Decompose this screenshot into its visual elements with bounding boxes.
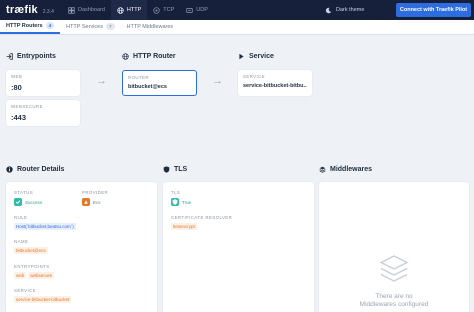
service-label: SERVICE: [243, 74, 265, 79]
check-icon: [14, 198, 22, 206]
entrypoint-websecure-label: WEBSECURE: [11, 104, 43, 109]
arrow-right-icon: →: [212, 75, 223, 87]
middlewares-empty-line1: There are no: [375, 293, 413, 300]
nav-http[interactable]: HTTP: [110, 0, 148, 20]
provider-value: Ecs: [93, 199, 101, 205]
tab-http-services[interactable]: HTTP Services 7: [60, 19, 120, 34]
router-label: ROUTER: [128, 75, 149, 80]
name-value: bitbucket@ecs: [14, 247, 48, 254]
router-title-text: HTTP Router: [133, 53, 176, 60]
rule-field: RULE Host(`bitbucket.beatsu.com`): [14, 215, 76, 230]
name-label: NAME: [14, 239, 29, 244]
nav-dashboard[interactable]: Dashboard: [62, 0, 111, 20]
tab-http-middlewares[interactable]: HTTP Middlewares: [121, 19, 180, 34]
resolver-value: letsencrypt: [171, 223, 197, 230]
status-value: Success: [25, 199, 43, 205]
router-details-card: STATUS Success PROVIDER Ecs RULE Host(`b…: [6, 182, 157, 312]
tls-row: True: [171, 198, 191, 206]
globe-icon: [117, 6, 124, 14]
tls-title-text: TLS: [174, 166, 188, 173]
entrypoints-section-title: Entrypoints: [6, 53, 56, 60]
status-row: Success: [14, 198, 42, 206]
ecs-provider-icon: [82, 198, 90, 206]
middlewares-card: There are no Middlewares configured: [319, 182, 469, 312]
sub-navbar: HTTP Routers 4 HTTP Services 7 HTTP Midd…: [0, 20, 474, 35]
service-icon: [239, 53, 244, 60]
resolver-label: CERTIFICATE RESOLVER: [171, 215, 233, 220]
tab-http-services-count: 7: [105, 23, 115, 30]
empty-layers-icon: [379, 255, 409, 282]
tab-http-middlewares-label: HTTP Middlewares: [126, 23, 174, 30]
tab-http-routers[interactable]: HTTP Routers 4: [0, 19, 61, 34]
resolver-field: CERTIFICATE RESOLVER letsencrypt: [171, 215, 232, 230]
connect-pilot-button[interactable]: Connect with Traefik Pilot: [396, 3, 471, 17]
entrypoint-web-label: WEB: [11, 74, 23, 79]
router-details-title-text: Router Details: [17, 166, 65, 173]
entrypoint-chip-web: web: [14, 272, 27, 279]
udp-icon: [186, 7, 193, 13]
tab-http-routers-count: 4: [45, 22, 55, 29]
entrypoint-card-web[interactable]: WEB :80: [6, 70, 80, 96]
router-value: bitbucket@ecs: [128, 84, 167, 90]
info-icon: [6, 166, 13, 173]
dashboard-icon: [68, 6, 75, 14]
tab-http-services-label: HTTP Services: [66, 23, 103, 30]
version-label: 2.3.4: [42, 9, 54, 15]
tcp-icon: [153, 6, 160, 14]
entrypoint-websecure-value: :443: [11, 113, 27, 122]
rule-label: RULE: [14, 215, 28, 220]
middlewares-title: Middlewares: [319, 166, 372, 173]
status-label: STATUS: [14, 190, 34, 195]
tls-value: True: [182, 199, 192, 205]
service-section-title: Service: [238, 53, 274, 60]
layers-icon: [319, 166, 326, 173]
router-section-title: HTTP Router: [122, 53, 176, 60]
entrypoints-title-text: Entrypoints: [17, 53, 56, 60]
globe-icon: [122, 53, 129, 60]
service-field: SERVICE service-bitbucket-bitbucket: [14, 288, 72, 303]
provider-label: PROVIDER: [82, 190, 109, 195]
moon-icon: [325, 7, 332, 13]
tls-title: TLS: [163, 166, 187, 173]
service-title-text: Service: [249, 53, 274, 60]
arrow-right-icon: →: [96, 75, 107, 87]
nav-tcp[interactable]: TCP: [147, 0, 180, 20]
main-nav: Dashboard HTTP TCP UDP: [62, 0, 214, 20]
details-service-value[interactable]: service-bitbucket-bitbucket: [14, 296, 72, 303]
nav-udp-label: UDP: [196, 7, 208, 13]
tls-card: TLS True CERTIFICATE RESOLVER letsencryp…: [163, 182, 314, 312]
entrypoint-chip-websecure: websecure: [28, 272, 54, 279]
service-card[interactable]: SERVICE service-bitbucket-bitbu...: [238, 70, 312, 96]
login-icon: [6, 53, 13, 60]
shield-icon: [163, 166, 170, 173]
theme-toggle[interactable]: Dark theme: [325, 0, 364, 20]
shield-check-icon: [171, 198, 179, 206]
entrypoint-card-websecure[interactable]: WEBSECURE :443: [6, 100, 80, 126]
logo-text: træfik: [6, 4, 38, 16]
nav-udp[interactable]: UDP: [180, 0, 214, 20]
middlewares-empty-line2: Middlewares configured: [359, 301, 429, 308]
status-field: STATUS Success: [14, 190, 42, 206]
nav-dashboard-label: Dashboard: [78, 7, 105, 13]
details-service-label: SERVICE: [14, 288, 36, 293]
tls-field: TLS True: [171, 190, 191, 206]
top-navbar: træfik 2.3.4 Dashboard HTTP TCP UDP Dark…: [0, 0, 474, 20]
provider-field: PROVIDER Ecs: [82, 190, 108, 206]
entrypoints-field: ENTRYPOINTS web websecure: [14, 264, 54, 279]
router-details-title: Router Details: [6, 166, 64, 173]
traefik-logo[interactable]: træfik 2.3.4: [6, 4, 62, 16]
rule-value: Host(`bitbucket.beatsu.com`): [14, 223, 76, 230]
router-card[interactable]: ROUTER bitbucket@ecs: [122, 70, 197, 96]
tls-label: TLS: [171, 190, 181, 195]
middlewares-title-text: Middlewares: [330, 166, 373, 173]
name-field: NAME bitbucket@ecs: [14, 239, 48, 254]
tab-http-routers-label: HTTP Routers: [6, 22, 43, 29]
nav-tcp-label: TCP: [163, 7, 175, 13]
service-value: service-bitbucket-bitbu...: [243, 83, 307, 89]
entrypoint-web-value: :80: [11, 83, 22, 92]
theme-label: Dark theme: [336, 7, 365, 13]
provider-row: Ecs: [82, 198, 108, 206]
nav-http-label: HTTP: [126, 7, 142, 13]
entrypoints-label: ENTRYPOINTS: [14, 264, 50, 269]
